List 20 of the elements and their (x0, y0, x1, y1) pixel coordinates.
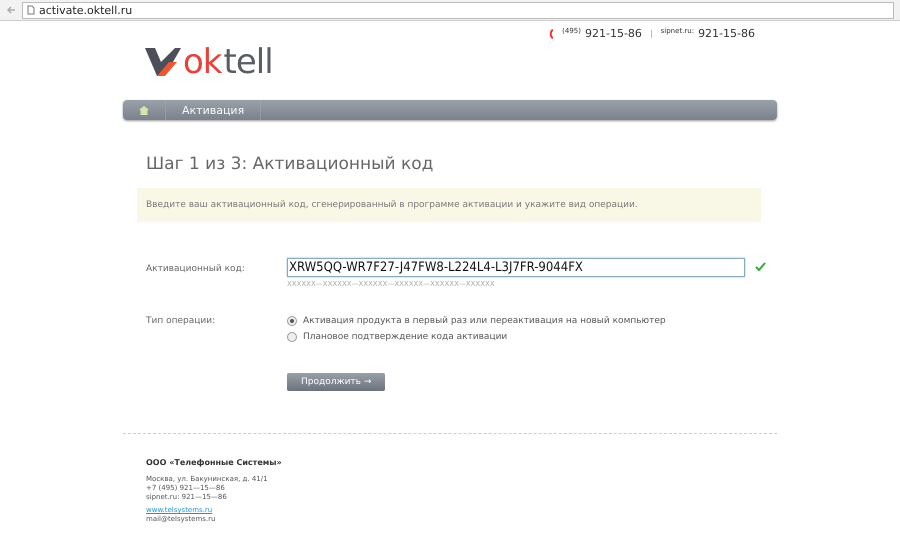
activation-code-field[interactable]: XRW5QQ-WR7F27-J47FW8-L224L4-L3J7FR-9044FX (287, 258, 745, 277)
radio-option[interactable]: Плановое подтверждение кода активации (287, 332, 777, 342)
separator: | (650, 29, 653, 38)
logo-text: tell (224, 45, 273, 79)
phone-icon (549, 28, 554, 38)
back-icon[interactable] (6, 6, 16, 14)
address-bar[interactable]: activate.oktell.ru (22, 2, 894, 18)
notice-text: Введите ваш активационный код, сгенерированный в программе активации и укажите вид операции. (137, 188, 761, 222)
company-name: ООО «Телефонные Системы» (146, 458, 283, 467)
logo-text: ok (183, 45, 222, 79)
field-label: Активационный код: (146, 263, 246, 274)
page-icon (27, 5, 35, 15)
home-icon[interactable] (139, 106, 149, 114)
radio-option[interactable]: Активация продукта в первый раз или переактивация на новый компьютер (287, 316, 777, 326)
page-heading: Шаг 1 из 3: Активационный код (146, 154, 434, 174)
field-label: Тип операции: (146, 316, 216, 326)
radio-icon[interactable] (287, 332, 297, 342)
url-text: activate.oktell.ru (39, 4, 132, 16)
logo-mark-icon (145, 48, 181, 76)
radio-icon[interactable] (287, 316, 297, 326)
